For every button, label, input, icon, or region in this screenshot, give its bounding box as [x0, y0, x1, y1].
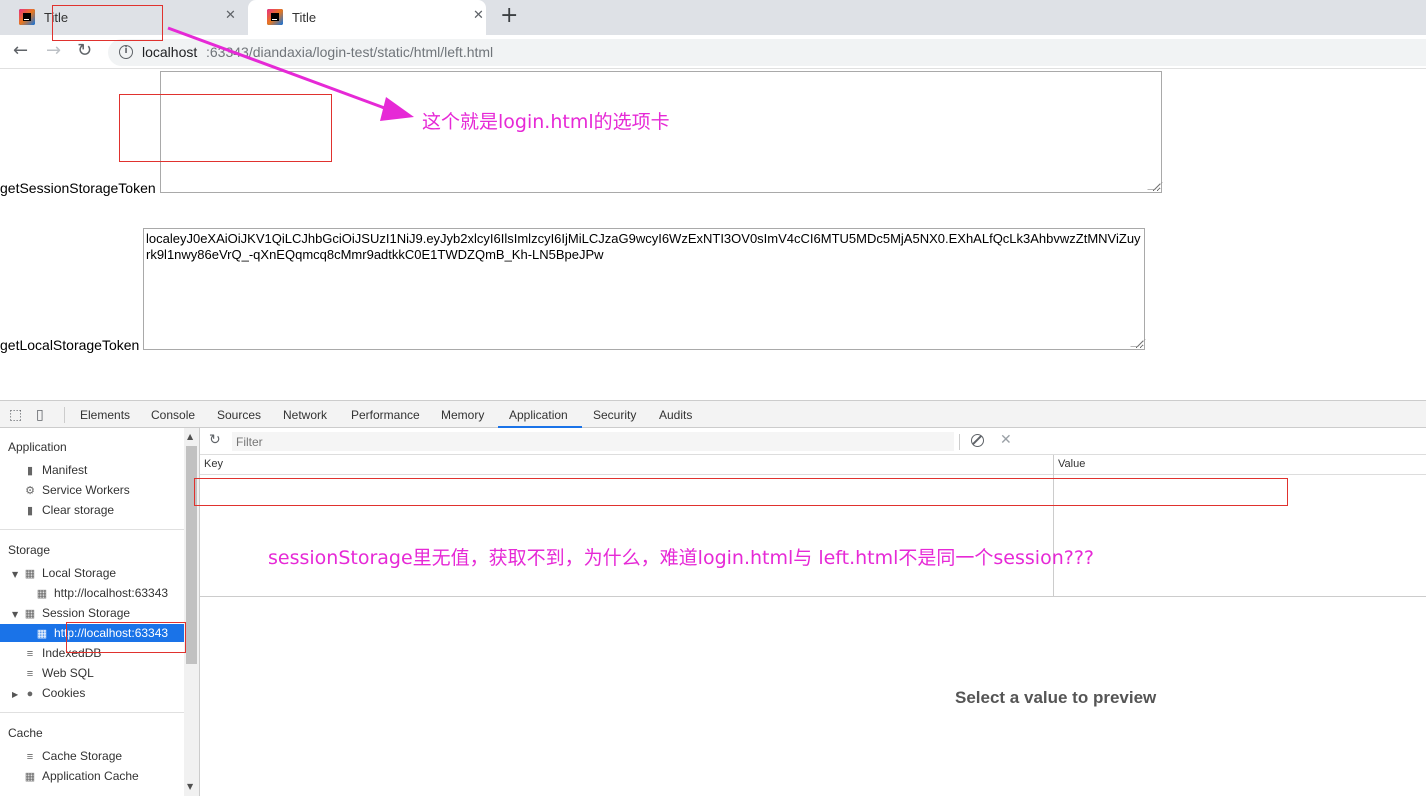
- annotation-session-note: sessionStorage里无值，获取不到，为什么，难道login.html与…: [268, 547, 1094, 569]
- annotation-tab-note: 这个就是login.html的选项卡: [422, 111, 670, 133]
- screenshot-root: Title ✕ Title ✕ + ← → ↻ i localhost :633…: [0, 0, 1426, 796]
- annotation-arrow: [167, 26, 414, 121]
